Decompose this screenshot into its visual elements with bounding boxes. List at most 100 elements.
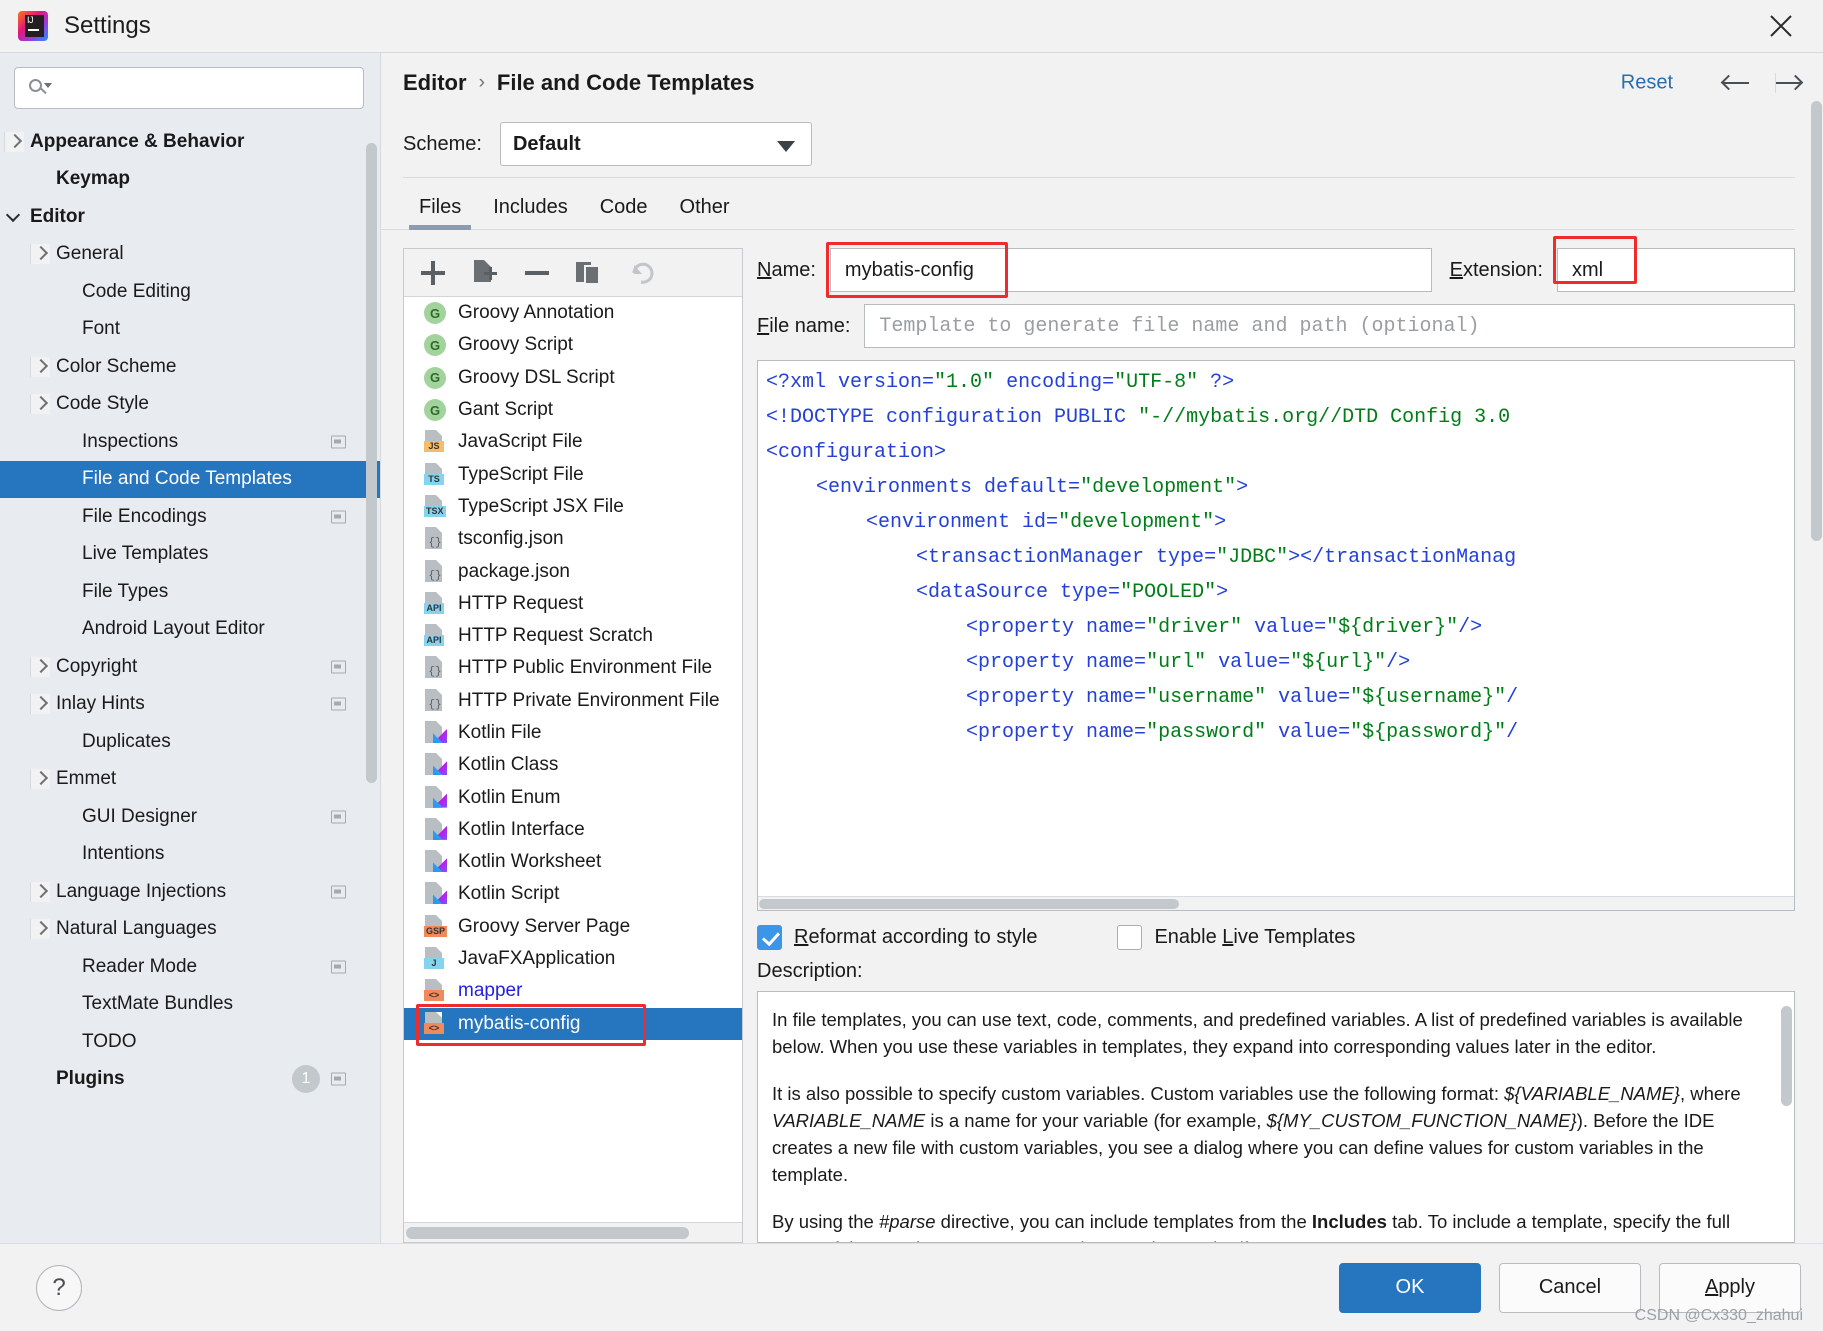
tab-code[interactable]: Code	[584, 196, 664, 229]
name-input[interactable]: mybatis-config	[829, 248, 1432, 292]
chevron-right-icon[interactable]	[30, 394, 50, 415]
list-item-label: Kotlin Enum	[458, 786, 561, 808]
sidebar-item-inspections[interactable]: Inspections	[0, 423, 380, 461]
arrow-left-icon[interactable]	[1720, 73, 1749, 93]
chevron-right-icon[interactable]	[30, 881, 50, 902]
list-item[interactable]: Kotlin Worksheet	[404, 846, 742, 878]
reset-button[interactable]: Reset	[1621, 72, 1673, 95]
list-item[interactable]: Kotlin File	[404, 717, 742, 749]
copy-icon[interactable]	[574, 258, 604, 288]
sidebar-item-natural-languages[interactable]: Natural Languages	[0, 911, 380, 949]
template-list-scrollbar[interactable]	[1811, 101, 1822, 541]
chevron-right-icon[interactable]	[30, 769, 50, 790]
sidebar-item-general[interactable]: General	[0, 236, 380, 274]
list-item[interactable]: G Groovy Annotation	[404, 297, 742, 329]
list-item[interactable]: Kotlin Interface	[404, 814, 742, 846]
list-item[interactable]: JS JavaScript File	[404, 426, 742, 458]
code-hscrollbar[interactable]	[758, 896, 1794, 910]
template-list-hscrollbar[interactable]	[404, 1222, 742, 1242]
sidebar-item-editor[interactable]: Editor	[0, 198, 380, 236]
list-item[interactable]: <> mybatis-config	[404, 1007, 742, 1040]
sidebar-scrollbar[interactable]	[366, 143, 377, 783]
search-input[interactable]	[14, 67, 364, 109]
sidebar-item-keymap[interactable]: Keymap	[0, 161, 380, 199]
sidebar-item-code-editing[interactable]: Code Editing	[0, 273, 380, 311]
sidebar-item-file-encodings[interactable]: File Encodings	[0, 498, 380, 536]
list-item[interactable]: {} HTTP Public Environment File	[404, 652, 742, 684]
sidebar-item-inlay-hints[interactable]: Inlay Hints	[0, 686, 380, 724]
scheme-select[interactable]: Default	[499, 122, 812, 166]
sidebar-item-language-injections[interactable]: Language Injections	[0, 873, 380, 911]
list-item[interactable]: G Gant Script	[404, 394, 742, 426]
sidebar-item-intentions[interactable]: Intentions	[0, 836, 380, 874]
chevron-right-icon[interactable]	[30, 244, 50, 265]
search-container	[0, 53, 380, 121]
sidebar-item-label: Inspections	[82, 430, 179, 452]
description-label: Description:	[757, 960, 863, 982]
sidebar-item-emmet[interactable]: Emmet	[0, 761, 380, 799]
list-item[interactable]: Kotlin Enum	[404, 781, 742, 813]
sidebar-item-textmate-bundles[interactable]: TextMate Bundles	[0, 986, 380, 1024]
chevron-right-icon[interactable]	[30, 356, 50, 377]
project-scope-icon	[331, 1072, 346, 1086]
filename-input[interactable]: Template to generate file name and path …	[864, 304, 1795, 348]
chevron-down-icon[interactable]	[4, 207, 24, 227]
sidebar-item-file-and-code-templates[interactable]: File and Code Templates	[0, 460, 380, 498]
minus-icon[interactable]	[522, 258, 552, 288]
list-item[interactable]: API HTTP Request	[404, 588, 742, 620]
list-item[interactable]: <> mapper	[404, 975, 742, 1007]
project-scope-icon	[331, 697, 346, 711]
sidebar-item-code-style[interactable]: Code Style	[0, 386, 380, 424]
list-item[interactable]: TS TypeScript File	[404, 458, 742, 490]
tab-other[interactable]: Other	[664, 196, 746, 229]
list-item[interactable]: G Groovy DSL Script	[404, 362, 742, 394]
template-code-editor[interactable]: <?xml version="1.0" encoding="UTF-8" ?> <…	[757, 360, 1795, 911]
chevron-right-icon[interactable]	[30, 919, 50, 940]
chevron-right-icon[interactable]	[30, 694, 50, 715]
sidebar-item-todo[interactable]: TODO	[0, 1023, 380, 1061]
plus-icon[interactable]	[418, 258, 448, 288]
chevron-right-icon[interactable]	[30, 656, 50, 677]
sidebar-item-duplicates[interactable]: Duplicates	[0, 723, 380, 761]
list-item[interactable]: Kotlin Class	[404, 749, 742, 781]
sidebar-item-plugins[interactable]: Plugins 1	[0, 1061, 380, 1099]
description-scrollbar[interactable]	[1781, 1006, 1792, 1106]
list-item[interactable]: Kotlin Script	[404, 878, 742, 910]
sidebar-item-live-templates[interactable]: Live Templates	[0, 536, 380, 574]
undo-icon[interactable]	[626, 258, 656, 288]
breadcrumb-parent[interactable]: Editor	[403, 70, 467, 96]
ok-button[interactable]: OK	[1339, 1262, 1481, 1313]
help-button[interactable]: ?	[36, 1264, 82, 1311]
cancel-button[interactable]: Cancel	[1499, 1262, 1641, 1313]
list-item[interactable]: {} tsconfig.json	[404, 523, 742, 555]
sidebar-item-appearance-behavior[interactable]: Appearance & Behavior	[0, 123, 380, 161]
list-item[interactable]: J JavaFXApplication	[404, 943, 742, 975]
new-file-icon[interactable]	[470, 258, 500, 288]
arrow-right-icon[interactable]	[1775, 73, 1804, 93]
sidebar-item-file-types[interactable]: File Types	[0, 573, 380, 611]
list-item[interactable]: {} HTTP Private Environment File	[404, 685, 742, 717]
sidebar-item-color-scheme[interactable]: Color Scheme	[0, 348, 380, 386]
tab-includes[interactable]: Includes	[477, 196, 584, 229]
sidebar-item-font[interactable]: Font	[0, 311, 380, 349]
chevron-right-icon[interactable]	[4, 131, 24, 152]
apply-button[interactable]: Apply	[1659, 1262, 1801, 1313]
tab-bar: Files Includes Code Other	[381, 178, 1795, 230]
sidebar-item-copyright[interactable]: Copyright	[0, 648, 380, 686]
sidebar-item-label: General	[56, 243, 124, 265]
live-templates-checkbox[interactable]	[1117, 925, 1143, 950]
extension-input[interactable]: xml	[1557, 248, 1795, 292]
list-item[interactable]: {} package.json	[404, 555, 742, 587]
template-list[interactable]: G Groovy Annotation G Groovy Script G Groovy …	[404, 297, 742, 1222]
sidebar-item-reader-mode[interactable]: Reader Mode	[0, 948, 380, 986]
list-item-label: Kotlin File	[458, 722, 542, 743]
list-item[interactable]: TSX TypeScript JSX File	[404, 491, 742, 523]
sidebar-item-gui-designer[interactable]: GUI Designer	[0, 798, 380, 836]
reformat-checkbox[interactable]	[757, 925, 782, 950]
tab-files[interactable]: Files	[403, 196, 477, 230]
sidebar-item-android-layout-editor[interactable]: Android Layout Editor	[0, 611, 380, 649]
list-item[interactable]: GSP Groovy Server Page	[404, 911, 742, 943]
list-item[interactable]: G Groovy Script	[404, 329, 742, 361]
close-icon[interactable]	[1761, 8, 1801, 44]
list-item[interactable]: API HTTP Request Scratch	[404, 620, 742, 652]
